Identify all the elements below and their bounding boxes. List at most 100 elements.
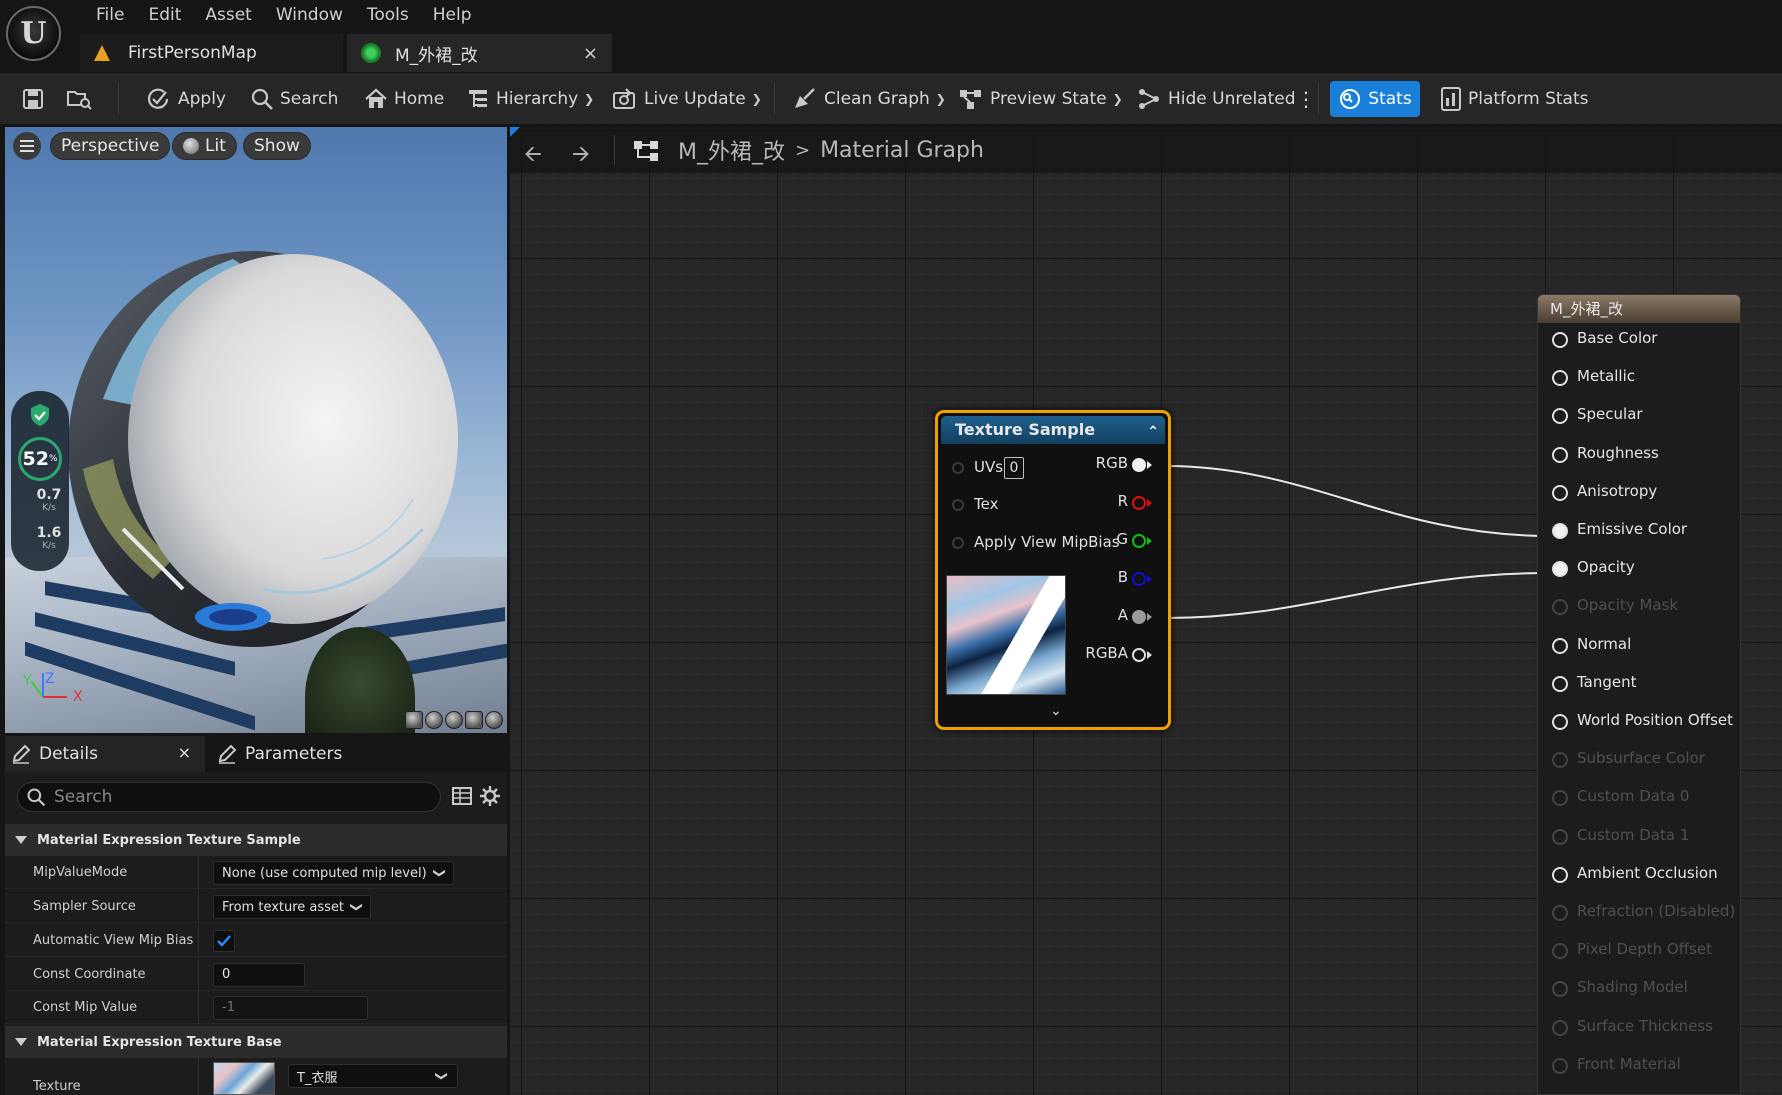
texture-asset-dropdown[interactable]: T_衣服 ❯ [288,1064,458,1088]
r-output-pin[interactable] [1132,496,1146,510]
chevron-down-icon: ❯ [434,1070,449,1082]
unreal-logo-icon[interactable]: U [6,6,61,61]
clean-graph-label: Clean Graph [824,89,930,109]
sphere-shape-icon[interactable] [425,711,443,729]
chevron-down-icon: ❯ [350,901,365,913]
apply-button[interactable]: Apply [146,73,226,125]
menu-edit[interactable]: Edit [136,0,193,30]
roughness-input-pin[interactable] [1552,446,1568,463]
node-title[interactable]: M_外裙_改 [1538,295,1740,323]
pin-label-emissive-color: Emissive Color [1577,520,1688,538]
emissive-color-input-pin[interactable] [1552,523,1568,539]
rgb-output-pin[interactable] [1132,458,1146,472]
gear-icon[interactable] [480,786,500,806]
world-position-offset-input-pin[interactable] [1552,714,1568,730]
material-graph-canvas[interactable]: 🡨 🡪 M_外裙_改 > Material Graph Texture Samp… [510,127,1782,1095]
tab-first-person-map[interactable]: FirstPersonMap [80,34,343,72]
prop-row-sampler-source: Sampler Source From texture asset ❯ [5,890,507,923]
pin-label: RGB [1095,454,1128,472]
preview-state-dropdown[interactable]: Preview State ❯ [958,73,1123,125]
sampler-source-dropdown[interactable]: From texture asset ❯ [213,895,372,919]
texture-preview-thumbnail [946,575,1066,695]
tangent-input-pin[interactable] [1552,675,1568,692]
g-output-pin[interactable] [1132,534,1146,548]
back-arrow-icon[interactable]: 🡨 [524,137,542,175]
search-button[interactable]: Search [250,73,338,125]
menu-help[interactable]: Help [421,0,484,30]
more-options-icon[interactable]: ⋮ [1296,73,1316,125]
rgba-output-pin[interactable] [1132,648,1146,662]
platform-stats-button[interactable]: Platform Stats [1440,73,1589,125]
lit-button[interactable]: Lit [172,132,237,160]
hide-unrelated-button[interactable]: Hide Unrelated [1136,73,1296,125]
mip-value-mode-dropdown[interactable]: None (use computed mip level) ❯ [213,861,454,885]
tex-input-pin[interactable] [952,499,964,511]
upload-rate: 0.7 K/s [36,487,62,513]
cube-shape-icon[interactable] [465,711,483,729]
breadcrumb-graph[interactable]: Material Graph [820,138,984,163]
details-search-input[interactable]: Search [17,782,441,812]
tab-details[interactable]: Details × [5,736,205,772]
uvs-input-pin[interactable] [952,462,964,474]
performance-widget[interactable]: 52% 0.7 K/s 1.6 K/s [11,391,69,571]
collapse-icon[interactable]: ⌃ [1147,418,1159,446]
tab-label: M_外裙_改 [395,45,478,66]
live-update-dropdown[interactable]: Live Update ❯ [612,73,762,125]
section-texture-base[interactable]: Material Expression Texture Base [5,1026,507,1058]
menu-tools[interactable]: Tools [355,0,421,30]
search-icon [27,788,46,807]
preview-state-icon [960,90,981,109]
uvs-value-input[interactable]: 0 [1004,457,1024,479]
tab-material[interactable]: M_外裙_改 × [347,34,612,72]
plane-shape-icon[interactable] [445,711,463,729]
a-output-pin[interactable] [1132,610,1146,624]
preview-viewport[interactable]: Perspective Lit Show 52% 0.7 K/s 1.6 K/s Y… [5,127,507,733]
cylinder-shape-icon[interactable] [405,711,423,729]
expand-chevron-icon[interactable]: ⌄ [1050,703,1062,719]
section-texture-sample[interactable]: Material Expression Texture Sample [5,824,507,856]
base-color-input-pin[interactable] [1552,332,1568,348]
clean-graph-dropdown[interactable]: Clean Graph ❯ [792,73,946,125]
b-output-pin[interactable] [1132,572,1146,586]
tab-parameters[interactable]: Parameters [211,736,342,772]
ambient-occlusion-input-pin[interactable] [1552,866,1568,883]
checkmark-icon [217,935,231,947]
browse-button[interactable] [66,73,98,125]
pin-label: R [1117,492,1128,510]
pin-label-refraction-disabled: Refraction (Disabled) [1577,902,1736,920]
texture-sample-node[interactable]: Texture Sample ⌃ UVs 0 Tex Apply View Mi… [935,410,1171,730]
material-result-node[interactable]: M_外裙_改 Base Color Metallic Specular Roughne… [1537,294,1741,1095]
normal-input-pin[interactable] [1552,637,1568,654]
tab-close-button[interactable]: × [178,743,191,762]
metallic-input-pin[interactable] [1552,370,1568,387]
hierarchy-dropdown[interactable]: Hierarchy ❯ [466,73,594,125]
specular-input-pin[interactable] [1552,408,1568,425]
show-button[interactable]: Show [243,132,311,160]
anisotropy-input-pin[interactable] [1552,484,1568,501]
breadcrumb-asset[interactable]: M_外裙_改 [678,134,785,166]
texture-thumbnail[interactable] [213,1062,275,1095]
opacity-input-pin[interactable] [1552,561,1568,578]
home-button[interactable]: Home [364,73,444,125]
pin-label-shading-model: Shading Model [1577,978,1688,997]
auto-view-mip-bias-checkbox[interactable] [213,930,235,952]
platform-stats-icon [1441,87,1461,111]
tab-close-button[interactable]: × [583,43,598,64]
menu-file[interactable]: File [84,0,136,30]
custom-mesh-icon[interactable] [485,711,503,729]
stats-button[interactable]: Stats [1330,81,1420,117]
menu-asset[interactable]: Asset [193,0,263,30]
chevron-down-icon: ❯ [751,92,762,106]
const-coordinate-input[interactable]: 0 [213,963,305,987]
chevron-down-icon: ❯ [432,867,447,879]
perspective-button[interactable]: Perspective [50,132,171,160]
viewport-menu-icon[interactable] [13,132,41,160]
save-button[interactable] [22,73,50,125]
forward-arrow-icon[interactable]: 🡪 [572,137,590,175]
pin-label-ambient-occlusion: Ambient Occlusion [1577,863,1718,882]
menu-window[interactable]: Window [264,0,355,30]
node-title[interactable]: Texture Sample ⌃ [941,416,1165,444]
property-matrix-icon[interactable] [452,786,472,806]
mipbias-input-pin[interactable] [952,537,964,549]
shading-model-input-pin [1552,981,1568,998]
